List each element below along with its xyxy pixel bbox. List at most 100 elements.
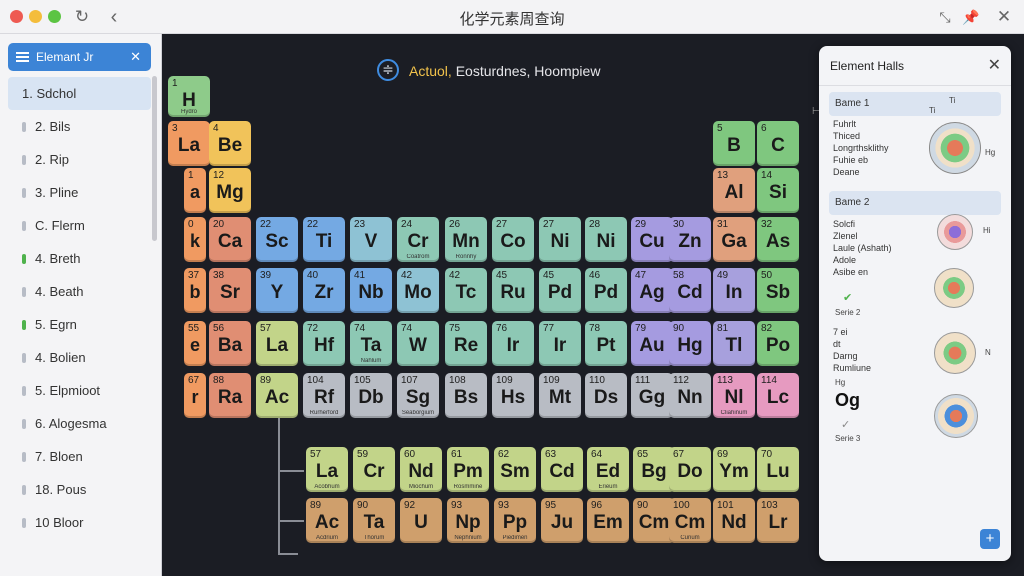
element-tile[interactable]: 1a [184,168,206,213]
element-tile[interactable]: 23 V [350,217,392,262]
element-tile[interactable]: 74 W [397,321,439,366]
element-tile[interactable]: 64 Ed Erieum [587,447,629,492]
element-tile[interactable]: 58 Cd [669,268,711,313]
minimize-icon[interactable]: ⤡ [935,6,955,28]
element-tile[interactable]: 42 Tc [445,268,487,313]
element-tile[interactable]: 101 Nd [713,498,755,543]
element-tile[interactable]: 57 La [256,321,298,366]
element-tile[interactable]: 12 Mg [209,168,251,213]
sidebar-item[interactable]: 4. Beath [8,275,151,308]
clear-search-icon[interactable]: ✕ [130,49,141,65]
element-tile[interactable]: 39 Y [256,268,298,313]
element-tile[interactable]: 20 Ca [209,217,251,262]
sidebar-item[interactable]: 4. Bolien [8,341,151,374]
element-tile[interactable]: 50 Sb [757,268,799,313]
element-tile[interactable]: 103 Lr [757,498,799,543]
element-tile[interactable]: 49 In [713,268,755,313]
sidebar-item[interactable]: C. Flerm [8,209,151,242]
sidebar-item[interactable]: 6. Alogesma [8,407,151,440]
pin-icon[interactable]: 📌 [961,6,981,28]
element-tile[interactable]: 31 Ga [713,217,755,262]
element-tile[interactable]: 41 Nb [350,268,392,313]
element-tile[interactable]: 62 Sm [494,447,536,492]
element-tile[interactable]: 88 Ra [209,373,251,418]
element-tile[interactable]: 45 Pd [539,268,581,313]
element-tile[interactable]: 81 Tl [713,321,755,366]
element-tile[interactable]: 57 La Acobhum [306,447,348,492]
close-icon[interactable]: ✕ [994,6,1014,28]
element-tile[interactable]: 90 Ta Thorum [353,498,395,543]
element-tile[interactable]: 1 H Hydro [168,76,210,117]
element-tile[interactable]: 61 Pm Rosmmine [447,447,489,492]
element-tile[interactable]: 13 Al [713,168,755,213]
group-header-2[interactable]: Bame 2 [829,191,1001,215]
element-tile[interactable]: 60 Nd Miochum [400,447,442,492]
panel-close-icon[interactable]: ✕ [988,55,1001,75]
sidebar-item[interactable]: 4. Breth [8,242,151,275]
sidebar-item[interactable]: 1. Sdchol [8,77,151,110]
sidebar-item[interactable]: 2. Bils [8,110,151,143]
element-tile[interactable]: 79 Au [631,321,673,366]
sidebar-item[interactable]: 7. Bloen [8,440,151,473]
element-tile[interactable]: 74 Ta Nahlum [350,321,392,366]
element-tile[interactable]: 3 La [168,121,210,166]
element-tile[interactable]: 28 Ni [585,217,627,262]
sidebar-item[interactable]: 18. Pous [8,473,151,506]
element-tile[interactable]: 56 Ba [209,321,251,366]
element-tile[interactable]: 107 Sg Seaborgium [397,373,439,418]
element-tile[interactable]: 22 Sc [256,217,298,262]
element-tile[interactable]: 90 Hg [669,321,711,366]
group-header-1[interactable]: Bame 1 [829,92,1001,116]
element-tile[interactable]: 109 Mt [539,373,581,418]
element-tile[interactable]: 89 Ac [256,373,298,418]
sidebar-item[interactable]: 5. Egrn [8,308,151,341]
add-button[interactable]: + [980,529,1000,549]
element-tile[interactable]: 42 Mo [397,268,439,313]
element-tile[interactable]: 27 Co [492,217,534,262]
element-tile[interactable]: 22 Ti [303,217,345,262]
element-tile[interactable]: 89 Ac Acdrium [306,498,348,543]
element-tile[interactable]: 70 Lu [757,447,799,492]
element-tile[interactable]: 29 Cu [631,217,673,262]
element-search-field[interactable]: Elemant Jr ✕ [8,43,151,71]
sidebar-scrollbar[interactable] [152,76,157,241]
element-tile[interactable]: 93 Np Nephnium [447,498,489,543]
element-tile[interactable]: 46 Pd [585,268,627,313]
element-tile[interactable]: 59 Cr [353,447,395,492]
element-tile[interactable]: 92 U [400,498,442,543]
element-tile[interactable]: 111 Gg [631,373,673,418]
element-tile[interactable]: 0k [184,217,206,262]
element-tile[interactable]: 30 Zn [669,217,711,262]
element-tile[interactable]: 55 e [184,321,206,366]
sidebar-item[interactable]: 5. Elpmioot [8,374,151,407]
element-tile[interactable]: 82 Po [757,321,799,366]
element-tile[interactable]: 105 Db [350,373,392,418]
element-tile[interactable]: 77 Ir [539,321,581,366]
element-tile[interactable]: 67 Do [669,447,711,492]
element-tile[interactable]: 72 Hf [303,321,345,366]
element-tile[interactable]: 32 As [757,217,799,262]
element-tile[interactable]: 4 Be [209,121,251,166]
element-tile[interactable]: 14 Si [757,168,799,213]
element-tile[interactable]: 24 Cr Coatrom [397,217,439,262]
element-tile[interactable]: 5B [713,121,755,166]
element-tile[interactable]: 6C [757,121,799,166]
sidebar-item[interactable]: 2. Rip [8,143,151,176]
sidebar-item[interactable]: 3. Pline [8,176,151,209]
element-tile[interactable]: 112 Nn [669,373,711,418]
element-tile[interactable]: 27 Ni [539,217,581,262]
element-tile[interactable]: 78 Pt [585,321,627,366]
element-tile[interactable]: 113 Nl Cliahinum [713,373,755,418]
element-tile[interactable]: 114 Lc [757,373,799,418]
sidebar-item[interactable]: 10 Bloor [8,506,151,539]
element-tile[interactable]: 63 Cd [541,447,583,492]
element-tile[interactable]: 95 Ju [541,498,583,543]
element-tile[interactable]: 37 b [184,268,206,313]
element-tile[interactable]: 38 Sr [209,268,251,313]
element-tile[interactable]: 109 Hs [492,373,534,418]
element-tile[interactable]: 69 Ym [713,447,755,492]
element-tile[interactable]: 100 Cm Curium [669,498,711,543]
element-tile[interactable]: 96 Em [587,498,629,543]
element-tile[interactable]: 93 Pp Piedimen [494,498,536,543]
element-tile[interactable]: 76 Ir [492,321,534,366]
